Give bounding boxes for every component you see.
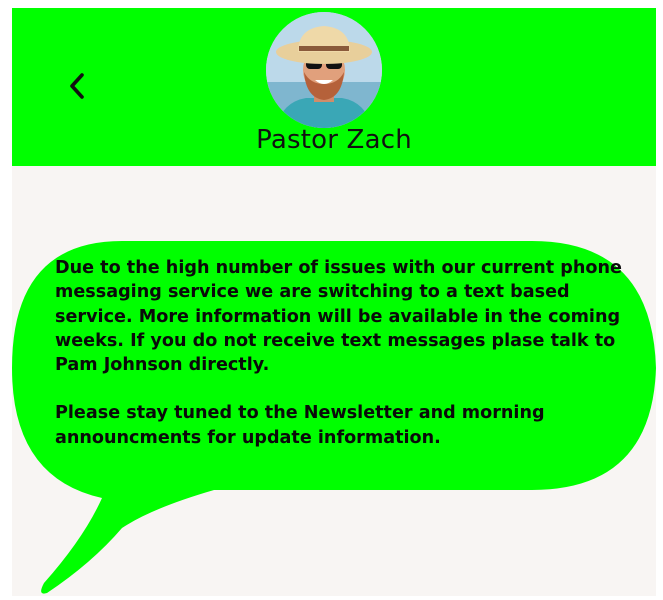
message-screen: Pastor Zach Due to the high number of is… <box>12 8 656 596</box>
message-paragraph: Due to the high number of issues with ou… <box>55 258 622 376</box>
message-paragraph: Please stay tuned to the Newsletter and … <box>55 403 545 448</box>
message-text: Due to the high number of issues with ou… <box>55 256 635 450</box>
